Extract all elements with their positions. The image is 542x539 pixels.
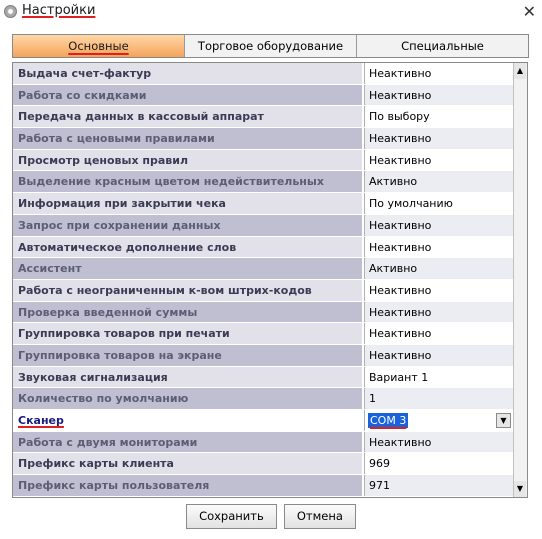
setting-value[interactable]: Неактивно [364, 214, 515, 236]
setting-name: Звуковая сигнализация [13, 366, 364, 388]
combobox-value[interactable]: COM 3 [368, 413, 409, 428]
settings-row[interactable]: Автоматическое дополнение слов Неактивно [13, 236, 515, 259]
setting-name: Передача данных в кассовый аппарат [13, 106, 364, 128]
setting-name: Просмотр ценовых правил [13, 149, 364, 171]
settings-row[interactable]: Работа с ценовыми правилами Неактивно [13, 128, 515, 150]
setting-value[interactable]: Неактивно [364, 128, 515, 149]
tab-general[interactable]: Основные [13, 35, 185, 57]
settings-grid: Выдача счет-фактур Неактивно Работа со ски… [12, 62, 528, 498]
settings-row[interactable]: Ассистент Активно [13, 258, 515, 280]
setting-name-text: Префикс карты клиента [18, 457, 174, 471]
settings-row[interactable]: Передача данных в кассовый аппарат По выб… [13, 106, 515, 129]
setting-name: Префикс карты клиента [13, 453, 364, 475]
scanner-combobox[interactable]: COM 3 ▼ [364, 410, 515, 431]
setting-value[interactable]: 1 [364, 388, 515, 409]
setting-value[interactable]: Неактивно [364, 279, 515, 301]
settings-row[interactable]: Проверка введенной суммы Неактивно [13, 301, 515, 324]
setting-value[interactable]: Неактивно [364, 63, 515, 84]
setting-value[interactable]: Активно [364, 258, 515, 279]
setting-name: Автоматическое дополнение слов [13, 236, 364, 258]
tab-bar: Основные Торговое оборудование Специальн… [12, 34, 529, 58]
setting-name: Префикс карты пользователя [13, 475, 364, 496]
settings-row[interactable]: Запрос при сохранении данных Неактивно [13, 214, 515, 237]
setting-name: Ассистент [13, 258, 364, 279]
settings-row[interactable]: Префикс карты пользователя 971 [13, 475, 515, 497]
setting-name: Работа с двумя мониторами [13, 431, 364, 453]
setting-name-text: Запрос при сохранении данных [18, 218, 221, 232]
settings-row[interactable]: Сканер COM 3 ▼ [13, 410, 515, 432]
setting-name-text: Сканер [18, 414, 64, 427]
setting-name: Информация при закрытии чека [13, 193, 364, 214]
setting-name-text: Звуковая сигнализация [18, 370, 168, 384]
settings-row[interactable]: Работа со скидками Неактивно [13, 84, 515, 107]
setting-value[interactable]: Неактивно [364, 431, 515, 453]
setting-value[interactable]: Активно [364, 171, 515, 193]
setting-value[interactable]: Неактивно [364, 323, 515, 344]
setting-name-text: Префикс карты пользователя [18, 479, 210, 493]
setting-name: Выдача счет-фактур [13, 63, 364, 84]
setting-name-text: Работа со скидками [18, 88, 147, 102]
tab-trade-equipment[interactable]: Торговое оборудование [185, 35, 357, 57]
setting-name-text: Автоматическое дополнение слов [18, 240, 237, 254]
setting-name: Количество по умолчанию [13, 388, 364, 409]
save-button[interactable]: Сохранить [186, 504, 277, 529]
tab-special[interactable]: Специальные [357, 35, 528, 57]
window-title: Настройки [22, 3, 96, 18]
setting-name: Выделение красным цветом недействительны… [13, 171, 364, 193]
scroll-down-icon[interactable]: ▼ [514, 481, 526, 497]
settings-row[interactable]: Работа с неограниченным к-вом штрих-кодо… [13, 279, 515, 302]
settings-row[interactable]: Выделение красным цветом недействительны… [13, 171, 515, 194]
settings-row[interactable]: Звуковая сигнализация Вариант 1 [13, 366, 515, 389]
setting-value[interactable]: 971 [364, 475, 515, 496]
setting-value[interactable]: По умолчанию [364, 193, 515, 214]
setting-value[interactable]: Неактивно [364, 149, 515, 171]
gear-icon [4, 5, 17, 18]
chevron-down-icon[interactable]: ▼ [496, 413, 511, 428]
settings-row[interactable]: Группировка товаров при печати Неактивно [13, 323, 515, 345]
setting-name: Группировка товаров на экране [13, 344, 364, 366]
settings-row[interactable]: Количество по умолчанию 1 [13, 388, 515, 410]
settings-row[interactable]: Выдача счет-фактур Неактивно [13, 63, 515, 85]
close-icon[interactable]: ✕ [523, 2, 536, 21]
setting-name-text: Количество по умолчанию [18, 392, 189, 406]
setting-value[interactable]: Неактивно [364, 236, 515, 258]
setting-name: Работа с ценовыми правилами [13, 128, 364, 149]
setting-name: Работа с неограниченным к-вом штрих-кодо… [13, 279, 364, 301]
setting-name-text: Информация при закрытии чека [18, 197, 226, 211]
setting-name-text: Проверка введенной суммы [18, 305, 198, 319]
setting-name-text: Передача данных в кассовый аппарат [18, 110, 264, 124]
settings-row[interactable]: Информация при закрытии чека По умолчанию [13, 193, 515, 215]
setting-name-text: Работа с неограниченным к-вом штрих-кодо… [18, 283, 312, 297]
setting-value[interactable]: По выбору [364, 106, 515, 128]
setting-value[interactable]: Неактивно [364, 84, 515, 106]
setting-name: Запрос при сохранении данных [13, 214, 364, 236]
setting-name-text: Группировка товаров при печати [18, 327, 230, 341]
setting-value[interactable]: Вариант 1 [364, 366, 515, 388]
setting-name-text: Группировка товаров на экране [18, 348, 222, 362]
settings-rows: Выдача счет-фактур Неактивно Работа со ски… [13, 63, 515, 497]
setting-name-text: Выделение красным цветом недействительны… [18, 175, 324, 189]
setting-value[interactable]: 969 [364, 453, 515, 475]
settings-row[interactable]: Группировка товаров на экране Неактивно [13, 344, 515, 367]
setting-name-text: Работа с двумя мониторами [18, 435, 198, 449]
settings-row[interactable]: Просмотр ценовых правил Неактивно [13, 149, 515, 172]
setting-name: Проверка введенной суммы [13, 301, 364, 323]
setting-name-text: Ассистент [18, 262, 82, 276]
setting-name: Работа со скидками [13, 84, 364, 106]
footer: Сохранить Отмена [0, 504, 542, 534]
settings-row[interactable]: Работа с двумя мониторами Неактивно [13, 431, 515, 454]
cancel-button[interactable]: Отмена [283, 504, 356, 529]
setting-value[interactable]: Неактивно [364, 301, 515, 323]
setting-name: Группировка товаров при печати [13, 323, 364, 344]
title-bar: Настройки ✕ [0, 0, 542, 30]
setting-name-text: Выдача счет-фактур [18, 67, 152, 80]
setting-name-text: Работа с ценовыми правилами [18, 132, 215, 146]
scroll-up-icon[interactable]: ▲ [514, 63, 526, 79]
setting-name-text: Просмотр ценовых правил [18, 153, 189, 167]
vertical-scrollbar[interactable]: ▲ ▼ [513, 63, 527, 497]
setting-value[interactable]: Неактивно [364, 344, 515, 366]
settings-row[interactable]: Префикс карты клиента 969 [13, 453, 515, 476]
setting-name: Сканер [13, 410, 364, 431]
